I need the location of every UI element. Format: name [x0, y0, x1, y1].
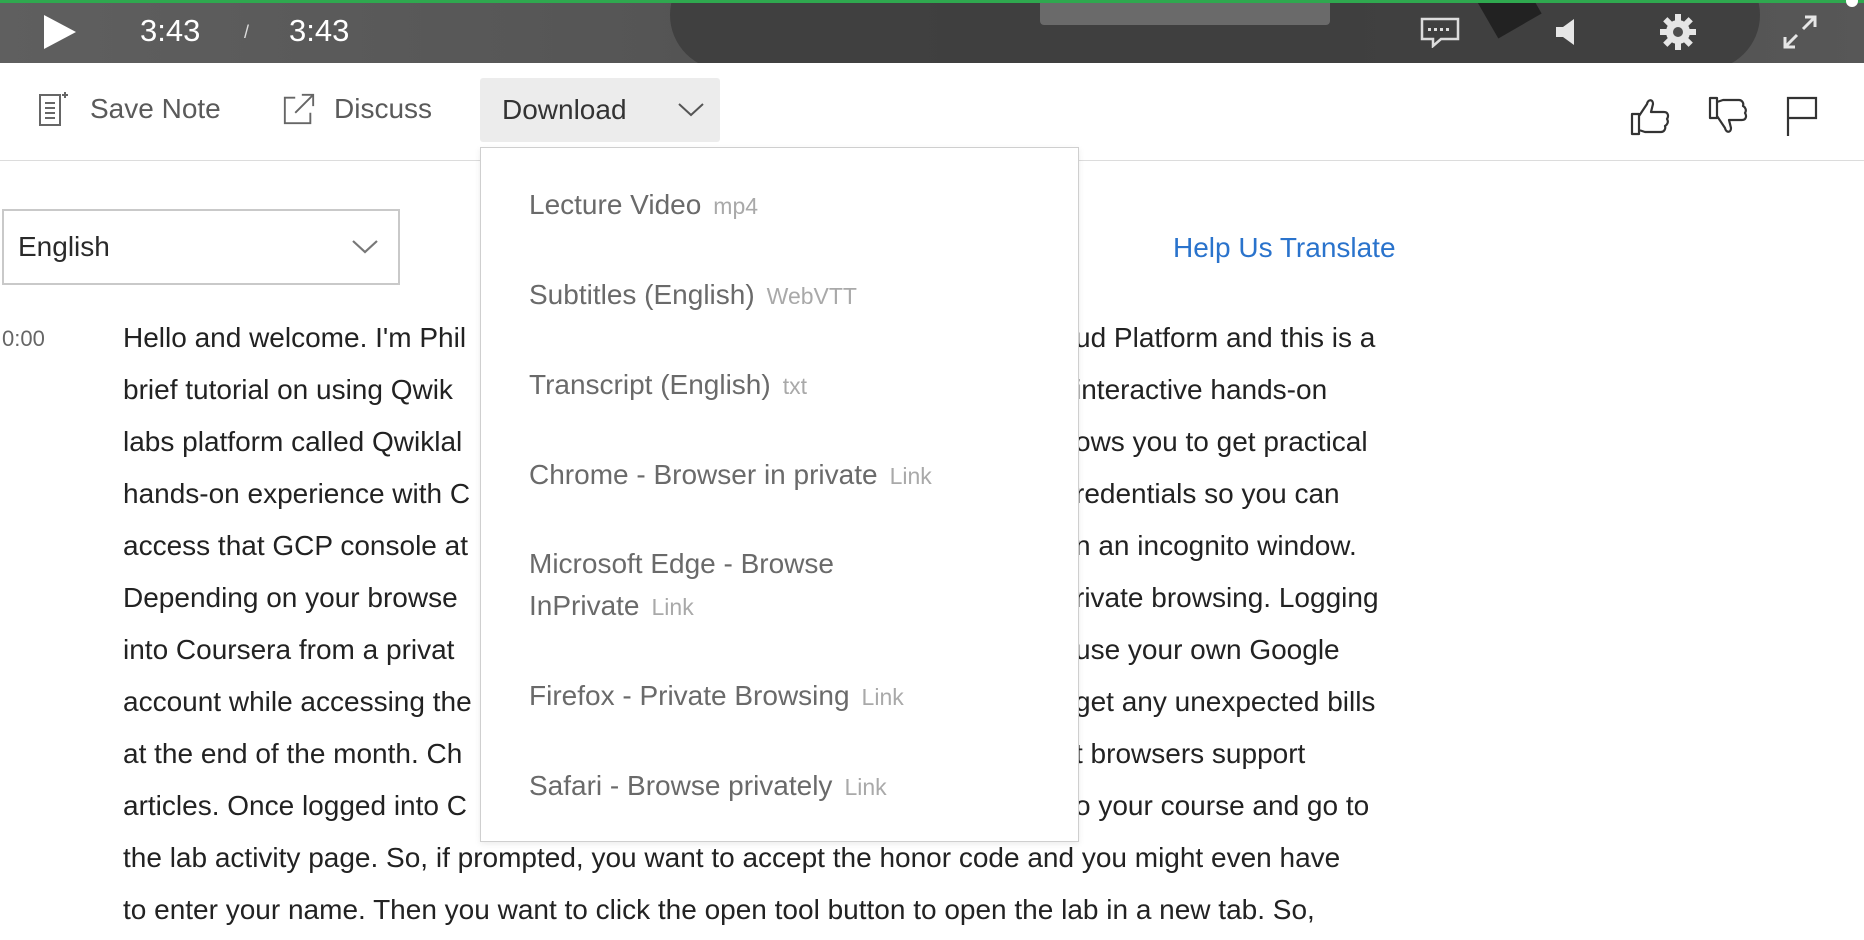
save-note-label: Save Note: [90, 93, 221, 124]
transcript-fragment: get any unexpected bills: [1075, 686, 1376, 717]
current-time: 3:43: [140, 13, 201, 48]
video-frame-screen: [1040, 0, 1330, 25]
external-link-icon: [282, 90, 316, 128]
menu-item-chrome-private[interactable]: Chrome - Browser in private Link: [529, 454, 1029, 497]
chevron-down-icon: [678, 103, 704, 117]
menu-item-label: Firefox - Private Browsing: [529, 680, 850, 711]
duration: 3:43: [289, 13, 350, 48]
menu-item-transcript[interactable]: Transcript (English) txt: [529, 364, 1029, 407]
progress-bar[interactable]: [0, 0, 1864, 7]
transcript-fragment: redentials so you can: [1075, 478, 1340, 509]
download-button[interactable]: Download: [480, 78, 720, 142]
menu-item-format: Link: [844, 774, 887, 800]
flag-icon: [1786, 96, 1818, 136]
menu-item-edge-inprivate[interactable]: Microsoft Edge - Browse InPrivate Link: [529, 543, 1029, 628]
language-selected: English: [18, 231, 110, 262]
menu-item-lecture-video[interactable]: Lecture Video mp4: [529, 184, 1029, 227]
play-icon: [44, 15, 76, 49]
thumbs-down-icon: [1708, 96, 1748, 133]
time-separator: /: [244, 22, 250, 42]
captions-icon: [1420, 17, 1460, 48]
dislike-button[interactable]: [1706, 94, 1750, 138]
thumbs-up-icon: [1630, 99, 1670, 136]
menu-item-format: txt: [782, 373, 807, 399]
gear-icon: [1660, 14, 1696, 50]
like-button[interactable]: [1628, 94, 1672, 138]
discuss-button[interactable]: Discuss: [282, 64, 432, 154]
transcript-fragment: use your own Google: [1075, 634, 1340, 665]
help-translate-link[interactable]: Help Us Translate: [1173, 232, 1396, 264]
menu-item-firefox-private[interactable]: Firefox - Private Browsing Link: [529, 675, 1029, 718]
volume-button[interactable]: [1548, 14, 1584, 50]
menu-item-format: mp4: [713, 193, 759, 219]
video-player-controls: 3:43 / 3:43: [0, 0, 1864, 63]
menu-item-label: Chrome - Browser in private: [529, 459, 878, 490]
menu-item-label: Safari - Browse privately: [529, 770, 833, 801]
download-menu: Lecture Video mp4 Subtitles (English) WebV…: [480, 147, 1079, 842]
transcript-fragment: ows you to get practical: [1075, 426, 1368, 457]
play-button[interactable]: [38, 12, 82, 52]
transcript-line: to enter your name. Then you want to cli…: [123, 894, 1315, 925]
menu-item-label: InPrivate: [529, 590, 640, 621]
menu-item-format: Link: [889, 463, 932, 489]
fullscreen-button[interactable]: [1780, 12, 1820, 52]
settings-button[interactable]: [1658, 12, 1698, 52]
menu-item-label: Transcript (English): [529, 369, 771, 400]
transcript-right-fragments: ud Platform and this is a interactive ha…: [1075, 316, 1379, 836]
progress-knob[interactable]: [1846, 0, 1858, 7]
transcript-line: the lab activity page. So, if prompted, …: [123, 842, 1341, 873]
transcript-fragment: n an incognito window.: [1075, 530, 1357, 561]
transcript-timestamp[interactable]: 0:00: [2, 326, 45, 352]
transcript-fragment: o your course and go to: [1075, 790, 1370, 821]
transcript-fragment: rivate browsing. Logging: [1075, 582, 1379, 613]
transcript-fragment: interactive hands-on: [1075, 374, 1328, 405]
volume-icon: [1556, 19, 1574, 45]
transcript-fragment: ud Platform and this is a: [1075, 322, 1376, 353]
captions-button[interactable]: [1418, 14, 1462, 50]
language-select[interactable]: English: [2, 209, 400, 285]
menu-item-subtitles[interactable]: Subtitles (English) WebVTT: [529, 274, 1029, 317]
flag-button[interactable]: [1782, 94, 1826, 138]
transcript-fragment: t browsers support: [1075, 738, 1306, 769]
chevron-down-icon: [352, 240, 378, 254]
menu-item-label: Subtitles (English): [529, 279, 755, 310]
menu-item-label: Lecture Video: [529, 189, 702, 220]
discuss-label: Discuss: [334, 93, 433, 124]
menu-item-format: Link: [651, 594, 694, 620]
menu-item-format: WebVTT: [766, 283, 857, 309]
menu-item-safari-private[interactable]: Safari - Browse privately Link: [529, 765, 1029, 808]
note-icon: [38, 90, 72, 128]
menu-item-label: Microsoft Edge - Browse: [529, 548, 834, 579]
save-note-button[interactable]: Save Note: [38, 64, 221, 154]
fullscreen-icon: [1783, 15, 1817, 49]
menu-item-format: Link: [861, 684, 904, 710]
download-label: Download: [502, 94, 627, 125]
